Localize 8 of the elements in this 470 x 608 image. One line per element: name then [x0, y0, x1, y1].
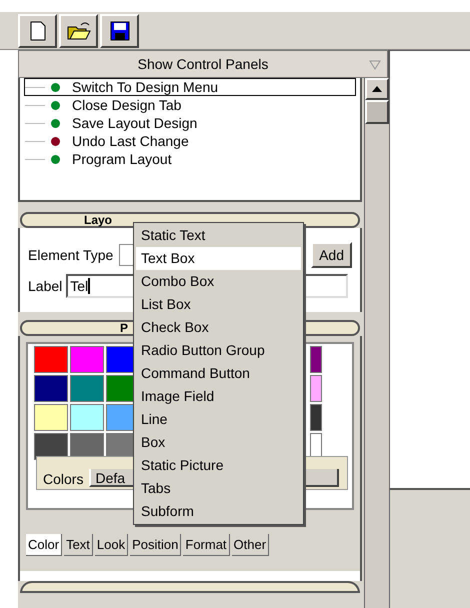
- element-type-label: Element Type: [28, 246, 114, 265]
- label-label: Label: [28, 276, 62, 296]
- tree-item-label: Switch To Design Menu: [72, 79, 218, 95]
- tree-item-label: Save Layout Design: [72, 115, 198, 131]
- colors-label: Colors: [43, 471, 84, 487]
- tree-item-label: Close Design Tab: [72, 97, 182, 113]
- tree-item-label: Undo Last Change: [72, 133, 189, 149]
- tree-item-label: Program Layout: [72, 151, 172, 167]
